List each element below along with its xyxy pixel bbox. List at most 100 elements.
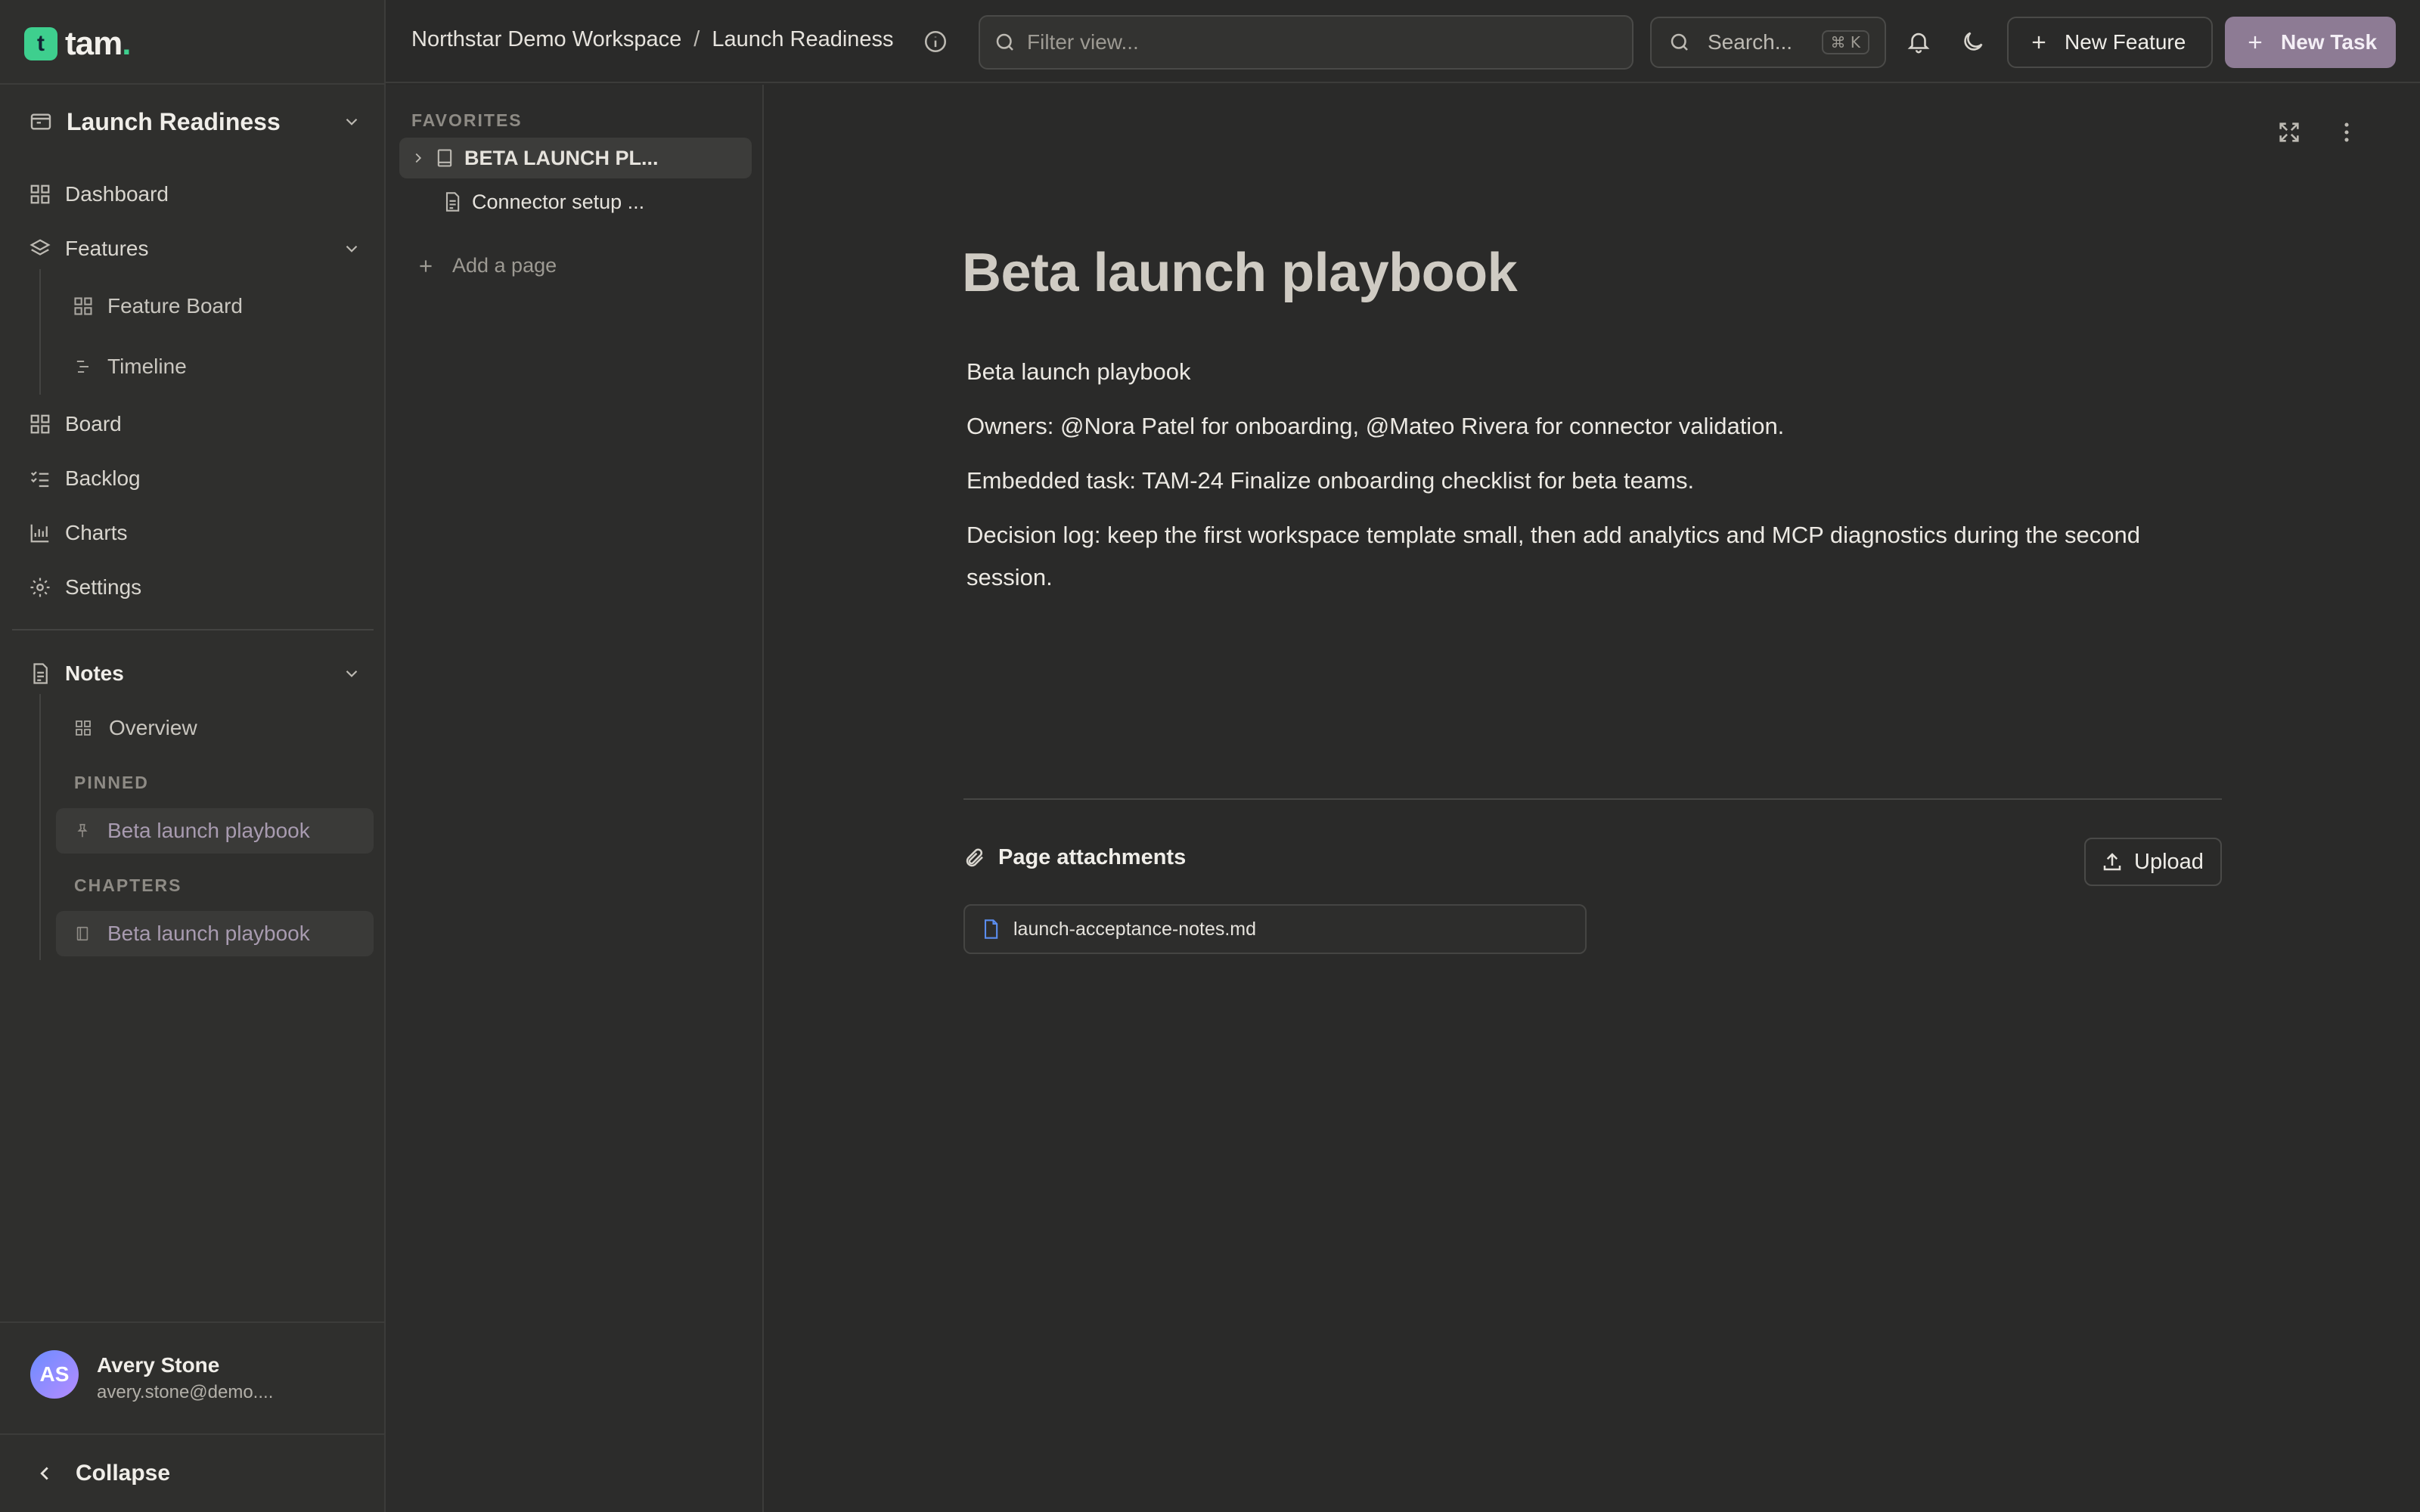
sidebar-item-settings[interactable]: Settings <box>29 570 361 605</box>
sidebar-item-board[interactable]: Board <box>29 407 361 442</box>
document-body[interactable]: Beta launch playbook Owners: @Nora Patel… <box>966 351 2222 611</box>
document-icon <box>29 662 51 685</box>
new-task-button[interactable]: New Task <box>2225 17 2396 68</box>
attachment-file[interactable]: launch-acceptance-notes.md <box>963 904 1587 954</box>
attachments-header: Page attachments <box>963 845 1186 870</box>
page-item-connector-setup[interactable]: Connector setup ... <box>399 181 752 222</box>
search-button[interactable]: Search... ⌘ K <box>1650 17 1886 68</box>
sidebar-item-label: Beta launch playbook <box>107 922 310 945</box>
collapse-button[interactable]: Collapse <box>0 1433 386 1512</box>
pinned-note-item[interactable]: Beta launch playbook <box>56 808 374 854</box>
book-icon <box>434 147 455 169</box>
pinned-caption: PINNED <box>74 773 149 792</box>
plus-icon <box>2028 32 2049 53</box>
breadcrumb-separator: / <box>693 27 700 51</box>
sidebar-item-label: Settings <box>65 575 142 599</box>
user-name: Avery Stone <box>97 1353 220 1377</box>
sidebar-item-label: Beta launch playbook <box>107 819 310 842</box>
breadcrumb-workspace[interactable]: Northstar Demo Workspace <box>411 27 681 52</box>
user-email: avery.stone@demo.... <box>97 1382 274 1402</box>
sidebar-item-dashboard[interactable]: Dashboard <box>29 177 361 212</box>
new-feature-label: New Feature <box>2065 30 2186 54</box>
filter-view-box <box>979 15 1634 70</box>
pin-icon <box>74 823 91 839</box>
grid-icon <box>73 296 94 317</box>
chevron-down-icon <box>342 112 361 132</box>
add-page-label: Add a page <box>452 254 557 277</box>
sidebar-item-label: Notes <box>65 662 124 685</box>
project-switcher[interactable]: Launch Readiness <box>29 104 361 139</box>
chevron-down-icon[interactable] <box>342 239 361 259</box>
chevron-left-icon <box>33 1462 56 1485</box>
tree-line <box>39 694 41 960</box>
search-icon <box>994 31 1016 54</box>
document-paragraph: Beta launch playbook <box>966 358 1191 385</box>
sidebar-item-label: Charts <box>65 521 128 544</box>
page-item-beta-launch[interactable]: BETA LAUNCH PL... <box>399 138 752 178</box>
sidebar-item-label: Dashboard <box>65 182 169 206</box>
info-icon[interactable] <box>923 29 948 54</box>
grid-icon <box>29 183 51 206</box>
more-vertical-icon[interactable] <box>2334 119 2360 145</box>
sidebar-item-label: Board <box>65 412 122 435</box>
divider <box>0 83 386 85</box>
search-shortcut: ⌘ K <box>1821 30 1869 54</box>
top-bar: Northstar Demo Workspace / Launch Readin… <box>386 0 2420 83</box>
sidebar-item-notes[interactable]: Notes <box>29 656 361 691</box>
upload-icon <box>2101 850 2124 873</box>
brand-logo[interactable]: t tam. <box>24 25 132 62</box>
sidebar-item-overview[interactable]: Overview <box>74 711 369 745</box>
document-view: Beta launch playbook Beta launch playboo… <box>765 85 2420 1512</box>
folder-icon <box>29 110 53 134</box>
sidebar: t tam. Launch Readiness Dashboard Featur… <box>0 0 386 1512</box>
attachments-label: Page attachments <box>998 845 1187 869</box>
user-profile[interactable]: AS Avery Stone avery.stone@demo.... <box>0 1321 386 1433</box>
favorites-caption: FAVORITES <box>411 110 523 130</box>
collapse-label: Collapse <box>76 1461 171 1486</box>
project-title: Launch Readiness <box>67 107 281 135</box>
sidebar-item-timeline[interactable]: Timeline <box>73 349 368 384</box>
expand-icon[interactable] <box>2276 119 2302 145</box>
sidebar-item-feature-board[interactable]: Feature Board <box>73 289 368 324</box>
filter-view-input[interactable] <box>1027 30 1602 54</box>
document-title[interactable]: Beta launch playbook <box>962 242 1518 304</box>
grid-icon <box>29 413 51 435</box>
file-icon <box>980 918 1001 940</box>
breadcrumb: Northstar Demo Workspace / Launch Readin… <box>411 27 894 52</box>
upload-button[interactable]: Upload <box>2084 838 2222 886</box>
add-page-button[interactable]: Add a page <box>416 254 557 277</box>
plus-icon <box>2245 32 2266 53</box>
divider <box>963 798 2222 800</box>
sidebar-item-backlog[interactable]: Backlog <box>29 461 361 496</box>
divider <box>12 629 374 631</box>
chapters-caption: CHAPTERS <box>74 875 182 895</box>
new-feature-button[interactable]: New Feature <box>2007 17 2213 68</box>
bell-icon[interactable] <box>1906 29 1931 54</box>
document-paragraph: Decision log: keep the first workspace t… <box>966 522 2140 590</box>
sidebar-item-label: Overview <box>109 716 197 739</box>
attachment-file-name: launch-acceptance-notes.md <box>1013 918 1257 940</box>
sidebar-item-charts[interactable]: Charts <box>29 516 361 550</box>
moon-icon[interactable] <box>1960 29 1986 54</box>
chapter-note-item[interactable]: Beta launch playbook <box>56 911 374 956</box>
chevron-down-icon[interactable] <box>342 664 361 683</box>
upload-label: Upload <box>2134 849 2204 874</box>
breadcrumb-project[interactable]: Launch Readiness <box>712 27 893 52</box>
sidebar-item-label: Timeline <box>107 355 187 378</box>
page-item-label: Connector setup ... <box>472 190 645 213</box>
sidebar-item-features[interactable]: Features <box>29 231 361 266</box>
grid-icon <box>74 719 92 737</box>
tree-line <box>39 269 41 395</box>
timeline-icon <box>73 356 94 377</box>
search-icon <box>1668 31 1691 54</box>
sidebar-item-label: Feature Board <box>107 294 243 318</box>
layers-icon <box>29 237 51 260</box>
new-task-label: New Task <box>2281 30 2378 54</box>
sidebar-item-label: Backlog <box>65 466 141 490</box>
chevron-right-icon[interactable] <box>410 150 427 166</box>
plus-icon <box>416 256 436 276</box>
chart-icon <box>29 522 51 544</box>
book-icon <box>74 925 91 942</box>
pages-panel: FAVORITES BETA LAUNCH PL... Connector se… <box>386 85 764 1512</box>
logo-text: tam. <box>65 25 132 62</box>
